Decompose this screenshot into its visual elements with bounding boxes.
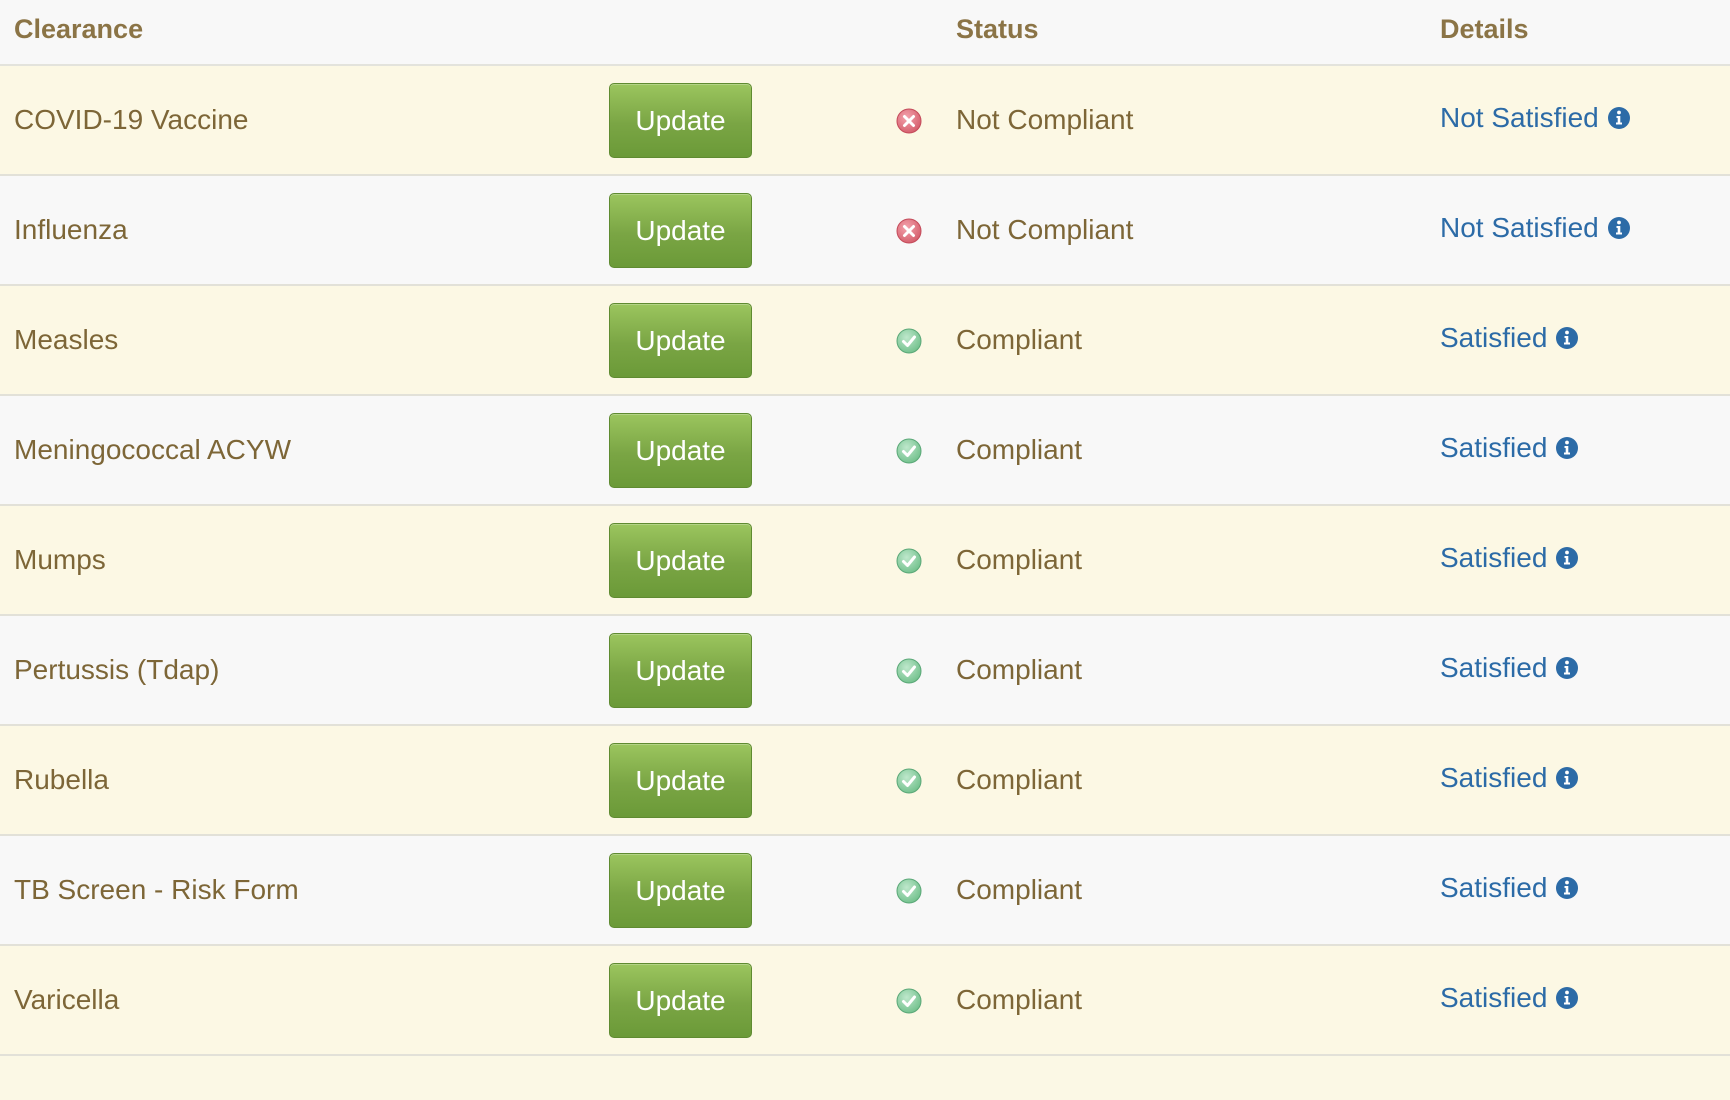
details-link[interactable]: Satisfied bbox=[1440, 542, 1579, 574]
info-icon[interactable] bbox=[1555, 436, 1579, 460]
table-row: Varicella Update Compliant Satisfied bbox=[0, 946, 1730, 1056]
status-text: Compliant bbox=[956, 654, 1083, 685]
update-button[interactable]: Update bbox=[609, 743, 752, 818]
table-header: Clearance Status Details bbox=[0, 0, 1730, 66]
update-button[interactable]: Update bbox=[609, 853, 752, 928]
check-circle-icon bbox=[896, 438, 922, 464]
update-button[interactable]: Update bbox=[609, 413, 752, 488]
info-icon[interactable] bbox=[1607, 106, 1631, 130]
update-button[interactable]: Update bbox=[609, 633, 752, 708]
clearance-table: Clearance Status Details COVID-19 Vaccin… bbox=[0, 0, 1730, 1056]
info-icon[interactable] bbox=[1555, 326, 1579, 350]
column-header-status: Status bbox=[956, 14, 1039, 44]
table-row: Influenza Update Not Compliant Not Satisfie… bbox=[0, 176, 1730, 286]
column-header-details: Details bbox=[1440, 14, 1529, 44]
details-link[interactable]: Satisfied bbox=[1440, 982, 1579, 1014]
info-icon[interactable] bbox=[1555, 876, 1579, 900]
x-circle-icon bbox=[896, 218, 922, 244]
clearance-name: Meningococcal ACYW bbox=[14, 434, 292, 465]
table-row: TB Screen - Risk Form Update Compliant Sati… bbox=[0, 836, 1730, 946]
details-link[interactable]: Satisfied bbox=[1440, 872, 1579, 904]
table-row: Rubella Update Compliant Satisfied bbox=[0, 726, 1730, 836]
details-link[interactable]: Not Satisfied bbox=[1440, 212, 1631, 244]
details-link-text[interactable]: Satisfied bbox=[1440, 542, 1547, 574]
check-circle-icon bbox=[896, 768, 922, 794]
column-header-clearance: Clearance bbox=[14, 14, 144, 44]
details-link-text[interactable]: Not Satisfied bbox=[1440, 102, 1599, 134]
details-link[interactable]: Satisfied bbox=[1440, 652, 1579, 684]
status-text: Not Compliant bbox=[956, 104, 1134, 135]
details-link-text[interactable]: Satisfied bbox=[1440, 432, 1547, 464]
update-button[interactable]: Update bbox=[609, 963, 752, 1038]
clearance-name: Pertussis (Tdap) bbox=[14, 654, 220, 685]
info-icon[interactable] bbox=[1555, 656, 1579, 680]
update-button[interactable]: Update bbox=[609, 523, 752, 598]
info-icon[interactable] bbox=[1555, 546, 1579, 570]
update-button[interactable]: Update bbox=[609, 193, 752, 268]
clearance-name: Rubella bbox=[14, 764, 109, 795]
table-row: Mumps Update Compliant Satisfied bbox=[0, 506, 1730, 616]
details-link[interactable]: Satisfied bbox=[1440, 432, 1579, 464]
details-link-text[interactable]: Satisfied bbox=[1440, 872, 1547, 904]
details-link-text[interactable]: Satisfied bbox=[1440, 762, 1547, 794]
info-icon[interactable] bbox=[1555, 766, 1579, 790]
clearance-name: TB Screen - Risk Form bbox=[14, 874, 299, 905]
check-circle-icon bbox=[896, 878, 922, 904]
status-text: Compliant bbox=[956, 764, 1083, 795]
clearance-name: Influenza bbox=[14, 214, 128, 245]
table-body: COVID-19 Vaccine Update Not Compliant Not S… bbox=[0, 66, 1730, 1056]
details-link[interactable]: Satisfied bbox=[1440, 762, 1579, 794]
status-text: Compliant bbox=[956, 324, 1083, 355]
details-link[interactable]: Not Satisfied bbox=[1440, 102, 1631, 134]
details-link-text[interactable]: Satisfied bbox=[1440, 322, 1547, 354]
check-circle-icon bbox=[896, 988, 922, 1014]
check-circle-icon bbox=[896, 658, 922, 684]
details-link-text[interactable]: Not Satisfied bbox=[1440, 212, 1599, 244]
table-row: COVID-19 Vaccine Update Not Compliant Not S… bbox=[0, 66, 1730, 176]
status-text: Compliant bbox=[956, 544, 1083, 575]
details-link-text[interactable]: Satisfied bbox=[1440, 982, 1547, 1014]
status-text: Not Compliant bbox=[956, 214, 1134, 245]
clearance-name: COVID-19 Vaccine bbox=[14, 104, 249, 135]
update-button[interactable]: Update bbox=[609, 83, 752, 158]
status-text: Compliant bbox=[956, 434, 1083, 465]
check-circle-icon bbox=[896, 328, 922, 354]
update-button[interactable]: Update bbox=[609, 303, 752, 378]
info-icon[interactable] bbox=[1555, 986, 1579, 1010]
details-link[interactable]: Satisfied bbox=[1440, 322, 1579, 354]
clearance-name: Mumps bbox=[14, 544, 106, 575]
table-row: Measles Update Compliant Satisfied bbox=[0, 286, 1730, 396]
details-link-text[interactable]: Satisfied bbox=[1440, 652, 1547, 684]
status-text: Compliant bbox=[956, 984, 1083, 1015]
check-circle-icon bbox=[896, 548, 922, 574]
x-circle-icon bbox=[896, 108, 922, 134]
status-text: Compliant bbox=[956, 874, 1083, 905]
info-icon[interactable] bbox=[1607, 216, 1631, 240]
table-row: Meningococcal ACYW Update Compliant Satisfi… bbox=[0, 396, 1730, 506]
clearance-name: Measles bbox=[14, 324, 119, 355]
table-row: Pertussis (Tdap) Update Compliant Satisfied bbox=[0, 616, 1730, 726]
clearance-name: Varicella bbox=[14, 984, 120, 1015]
